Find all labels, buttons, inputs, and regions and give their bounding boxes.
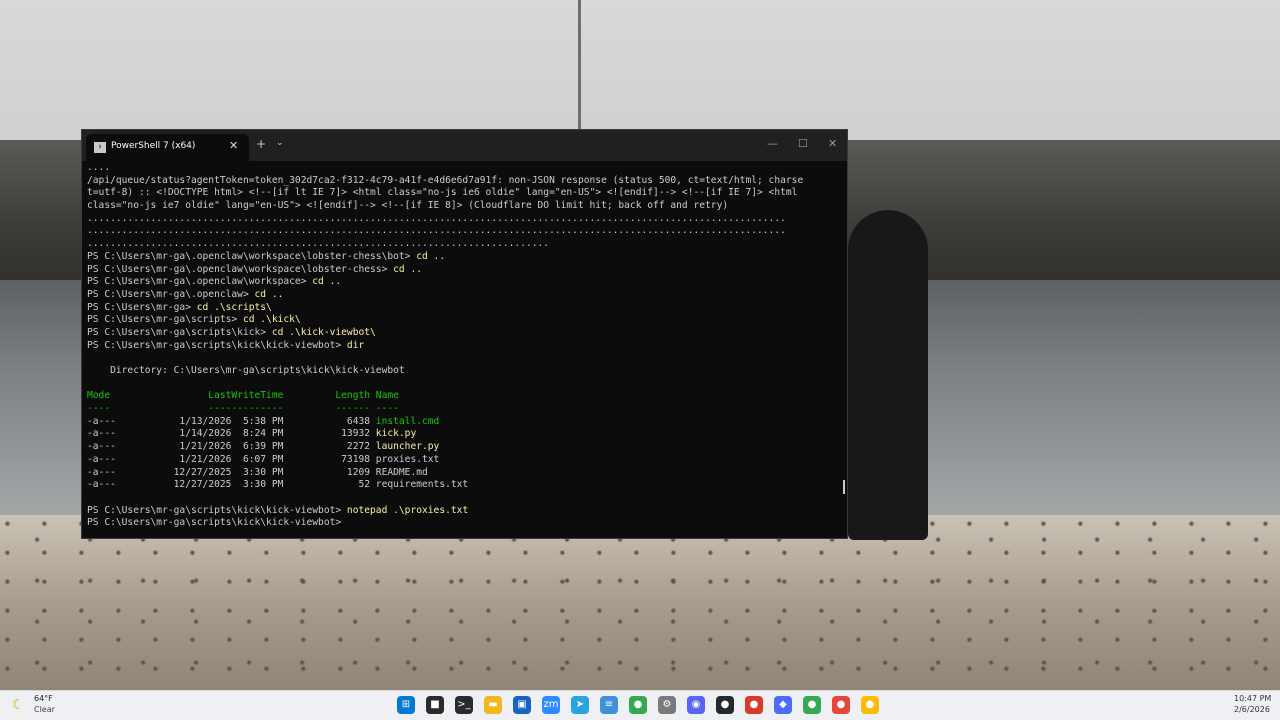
dir-listing-filename: launcher.py xyxy=(375,441,440,453)
telegram-icon[interactable]: ➤ xyxy=(571,696,589,714)
dir-listing-row: -a--- 1/13/2026 5:38 PM 6438 install.cmd xyxy=(87,416,843,429)
prompt-text: PS C:\Users\mr-ga\scripts\kick\kick-view… xyxy=(87,504,347,516)
prompt-line: PS C:\Users\mr-ga\scripts> cd .\kick\ xyxy=(87,314,843,327)
dir-listing-attributes: -a--- 12/27/2025 3:30 PM 52 xyxy=(87,479,376,491)
prompt-line: PS C:\Users\mr-ga\scripts\kick\kick-view… xyxy=(87,517,843,530)
discord-icon[interactable]: ◉ xyxy=(687,696,705,714)
dir-listing-attributes: -a--- 12/27/2025 3:30 PM 1209 xyxy=(87,466,376,478)
prompt-line: PS C:\Users\mr-ga\scripts\kick\kick-view… xyxy=(87,340,843,353)
task-view-icon[interactable]: ■ xyxy=(426,696,444,714)
reddit-icon[interactable]: ● xyxy=(745,696,763,714)
dir-listing-filename: kick.py xyxy=(375,428,417,440)
wallpaper-sand xyxy=(0,515,1280,690)
clock-date[interactable]: 2/6/2026 xyxy=(1234,705,1270,714)
notepad-icon[interactable]: ≡ xyxy=(600,696,618,714)
taskbar: ☾ 64°F Clear ⊞ ■ >_ ▬ ▣ zm ➤ ≡ ● ⚙ ◉ ● ● ◆ ● ● ● 10:47 P… xyxy=(0,690,1280,720)
command-text: cd .\kick-viewbot\ xyxy=(271,326,376,338)
prompt-text: PS C:\Users\mr-ga\scripts\kick> xyxy=(87,326,272,338)
dir-listing-attributes: -a--- 1/13/2026 5:38 PM 6438 xyxy=(87,415,376,427)
prompt-line: PS C:\Users\mr-ga\.openclaw\workspace> c… xyxy=(87,276,843,289)
scrollbar-thumb[interactable] xyxy=(843,480,845,494)
zoom-icon[interactable]: zm xyxy=(542,696,560,714)
dir-listing-row: -a--- 1/14/2026 8:24 PM 13932 kick.py xyxy=(87,428,843,441)
chrome-icon-2[interactable]: ● xyxy=(803,696,821,714)
dir-listing-header: Mode LastWriteTime Length Name xyxy=(87,390,399,402)
dir-listing-row: -a--- 1/21/2026 6:39 PM 2272 launcher.py xyxy=(87,441,843,454)
wallpaper-radio-mast xyxy=(578,0,581,140)
powershell-icon: › xyxy=(94,142,106,153)
prompt-text: PS C:\Users\mr-ga> xyxy=(87,301,197,313)
prompt-text: PS C:\Users\mr-ga\scripts> xyxy=(87,314,243,326)
dir-listing-row: -a--- 1/21/2026 6:07 PM 73198 proxies.tx… xyxy=(87,454,843,467)
start-icon[interactable]: ⊞ xyxy=(397,696,415,714)
minimize-button[interactable]: — xyxy=(767,137,778,150)
prompt-line: PS C:\Users\mr-ga\.openclaw\workspace\lo… xyxy=(87,251,843,264)
command-text: cd .. xyxy=(416,250,446,262)
prompt-text: PS C:\Users\mr-ga\.openclaw\workspace\lo… xyxy=(87,250,417,262)
prompt-text: PS C:\Users\mr-ga\.openclaw\workspace\lo… xyxy=(87,263,394,275)
command-text: cd .\kick\ xyxy=(242,314,301,326)
tab-close-icon[interactable]: ✕ xyxy=(229,139,238,152)
terminal-app-icon[interactable]: >_ xyxy=(455,696,473,714)
prompt-line: PS C:\Users\mr-ga> cd .\scripts\ xyxy=(87,302,843,315)
tab-powershell[interactable]: › PowerShell 7 (x64) ✕ xyxy=(86,134,249,161)
command-text: notepad .\proxies.txt xyxy=(346,504,469,516)
prompt-line: PS C:\Users\mr-ga\.openclaw> cd .. xyxy=(87,289,843,302)
store-icon[interactable]: ▣ xyxy=(513,696,531,714)
output-line: ........................................… xyxy=(87,225,786,237)
maximize-button[interactable]: ☐ xyxy=(798,137,808,150)
weather-condition[interactable]: Clear xyxy=(34,705,55,714)
dir-listing-filename: README.md xyxy=(375,466,428,478)
dir-listing-row: -a--- 12/27/2025 3:30 PM 52 requirements… xyxy=(87,479,843,492)
output-line: class="no-js ie7 oldie" lang="en-US"> <!… xyxy=(87,200,729,212)
window-titlebar[interactable]: › PowerShell 7 (x64) ✕ + ⌄ — ☐ ✕ xyxy=(82,130,847,161)
dir-listing-attributes: -a--- 1/21/2026 6:39 PM 2272 xyxy=(87,441,376,453)
chrome-icon-3[interactable]: ● xyxy=(832,696,850,714)
dir-listing-filename: proxies.txt xyxy=(375,453,440,465)
prompt-text: PS C:\Users\mr-ga\scripts\kick\kick-view… xyxy=(87,339,347,351)
moon-icon[interactable]: ☾ xyxy=(12,697,25,713)
powershell-window[interactable]: › PowerShell 7 (x64) ✕ + ⌄ — ☐ ✕ ..../ap… xyxy=(81,129,848,539)
output-line: t=utf-8) :: <!DOCTYPE html> <!--[if lt I… xyxy=(87,187,798,199)
file-explorer-icon[interactable]: ▬ xyxy=(484,696,502,714)
dir-listing-filename: install.cmd xyxy=(375,415,440,427)
game-icon[interactable]: ◆ xyxy=(774,696,792,714)
new-tab-button[interactable]: + xyxy=(256,137,266,151)
command-text: cd .. xyxy=(312,276,342,288)
output-line: ........................................… xyxy=(87,238,550,250)
settings-icon[interactable]: ⚙ xyxy=(658,696,676,714)
chevron-down-icon[interactable]: ⌄ xyxy=(276,138,284,148)
output-line: ........................................… xyxy=(87,212,786,224)
prompt-line: PS C:\Users\mr-ga\.openclaw\workspace\lo… xyxy=(87,264,843,277)
close-button[interactable]: ✕ xyxy=(828,137,837,150)
prompt-text: PS C:\Users\mr-ga\.openclaw\workspace> xyxy=(87,276,313,288)
command-text: cd .. xyxy=(393,263,423,275)
command-text: cd .. xyxy=(254,288,284,300)
wallpaper-person xyxy=(848,210,928,540)
prompt-line: PS C:\Users\mr-ga\scripts\kick\kick-view… xyxy=(87,505,843,518)
output-line: /api/queue/status?agentToken=token_302d7… xyxy=(87,174,804,186)
output-line: .... xyxy=(87,162,111,173)
command-text: dir xyxy=(346,339,365,351)
prompt-text: PS C:\Users\mr-ga\scripts\kick\kick-view… xyxy=(87,517,347,529)
tab-title: PowerShell 7 (x64) xyxy=(111,141,196,151)
prompt-text: PS C:\Users\mr-ga\.openclaw> xyxy=(87,288,255,300)
console-output[interactable]: ..../api/queue/status?agentToken=token_3… xyxy=(87,162,843,534)
chrome-icon-4[interactable]: ● xyxy=(861,696,879,714)
command-text: cd .\scripts\ xyxy=(196,301,272,313)
dir-listing-row: -a--- 12/27/2025 3:30 PM 1209 README.md xyxy=(87,467,843,480)
dir-listing-attributes: -a--- 1/14/2026 8:24 PM 13932 xyxy=(87,428,376,440)
github-icon[interactable]: ● xyxy=(716,696,734,714)
weather-temperature[interactable]: 64°F xyxy=(34,694,53,703)
chrome-icon[interactable]: ● xyxy=(629,696,647,714)
dir-listing-attributes: -a--- 1/21/2026 6:07 PM 73198 xyxy=(87,453,376,465)
dir-listing-filename: requirements.txt xyxy=(375,479,469,491)
output-line: Directory: C:\Users\mr-ga\scripts\kick\k… xyxy=(87,365,405,376)
clock-time[interactable]: 10:47 PM xyxy=(1234,694,1271,703)
dir-listing-header: ---- ------------- ------ ---- xyxy=(87,403,399,415)
prompt-line: PS C:\Users\mr-ga\scripts\kick> cd .\kic… xyxy=(87,327,843,340)
